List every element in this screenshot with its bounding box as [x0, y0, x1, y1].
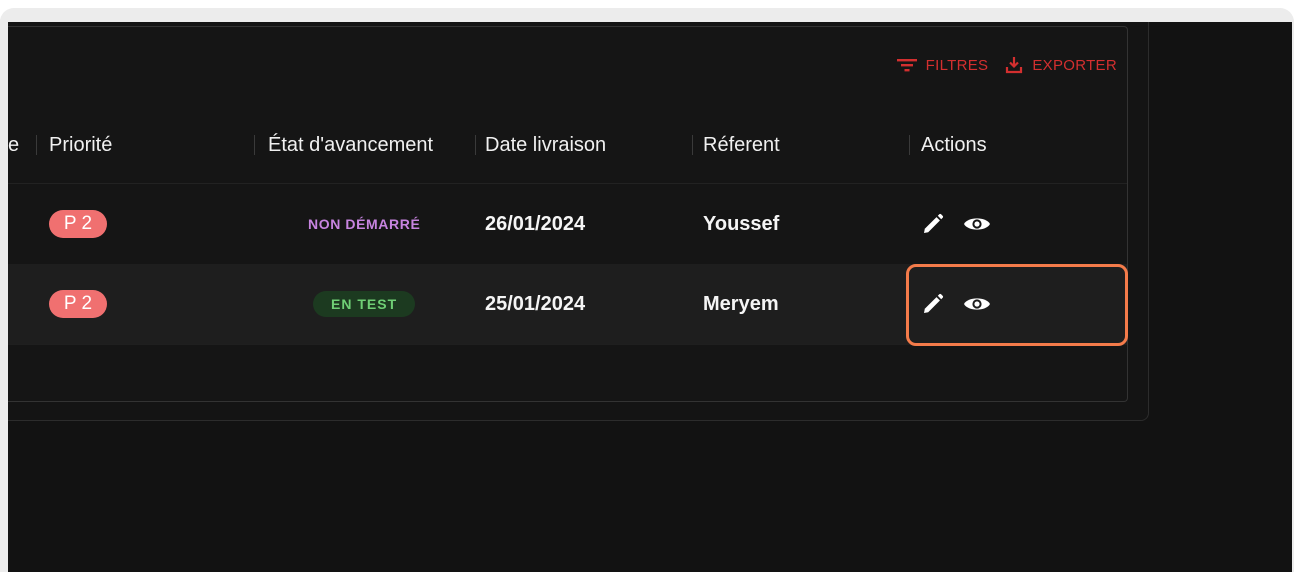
export-label: EXPORTER: [1032, 56, 1117, 74]
column-header-referent[interactable]: Réferent: [703, 107, 780, 183]
data-table: FILTRES EXPORTER e Priorité État d'avanc…: [8, 26, 1128, 402]
filters-button[interactable]: FILTRES: [896, 56, 989, 74]
referent-cell: Youssef: [703, 212, 780, 235]
filters-label: FILTRES: [925, 56, 989, 74]
column-separator: [36, 135, 37, 155]
window-frame: FILTRES EXPORTER e Priorité État d'avanc…: [0, 8, 1294, 572]
table-toolbar: FILTRES EXPORTER: [896, 55, 1117, 75]
column-header-delivery-date[interactable]: Date livraison: [485, 107, 606, 183]
priority-cell: P 2: [49, 184, 107, 264]
column-header-progress[interactable]: État d'avancement: [268, 107, 433, 183]
view-button[interactable]: [962, 289, 992, 319]
window-edge: [0, 8, 8, 572]
column-header-priority[interactable]: Priorité: [49, 107, 112, 183]
status-badge: NON DÉMARRÉ: [308, 216, 421, 232]
table-header-row: e Priorité État d'avancement Date livrai…: [8, 107, 1127, 184]
table-row: P 2 NON DÉMARRÉ 26/01/2024 Youssef: [8, 184, 1127, 265]
filter-icon: [896, 59, 917, 72]
eye-icon: [964, 218, 990, 230]
priority-chip: P 2: [49, 290, 107, 318]
column-separator: [254, 135, 255, 155]
priority-chip: P 2: [49, 210, 107, 238]
actions-cell: [918, 184, 992, 264]
actions-cell: [918, 264, 992, 344]
column-separator: [909, 135, 910, 155]
priority-cell: P 2: [49, 264, 107, 344]
status-badge: EN TEST: [313, 291, 416, 317]
app-screen: FILTRES EXPORTER e Priorité État d'avanc…: [8, 22, 1292, 572]
download-icon: [1006, 57, 1023, 74]
pencil-icon: [924, 213, 944, 233]
eye-icon: [964, 298, 990, 310]
status-cell: EN TEST: [313, 264, 416, 344]
delivery-date-cell: 25/01/2024: [485, 292, 586, 315]
table-panel: FILTRES EXPORTER e Priorité État d'avanc…: [8, 22, 1149, 421]
export-button[interactable]: EXPORTER: [1004, 55, 1117, 75]
column-separator: [475, 135, 476, 155]
edit-button[interactable]: [918, 289, 948, 319]
delivery-date-cell: 26/01/2024: [485, 212, 586, 235]
column-separator: [692, 135, 693, 155]
status-cell: NON DÉMARRÉ: [308, 184, 420, 264]
pencil-icon: [924, 293, 944, 313]
referent-cell: Meryem: [703, 292, 779, 315]
column-header-actions: Actions: [921, 133, 987, 156]
edit-button[interactable]: [918, 209, 948, 239]
column-header-partial: e: [8, 133, 20, 156]
table-row: P 2 EN TEST 25/01/2024 Meryem: [8, 264, 1127, 345]
view-button[interactable]: [962, 209, 992, 239]
